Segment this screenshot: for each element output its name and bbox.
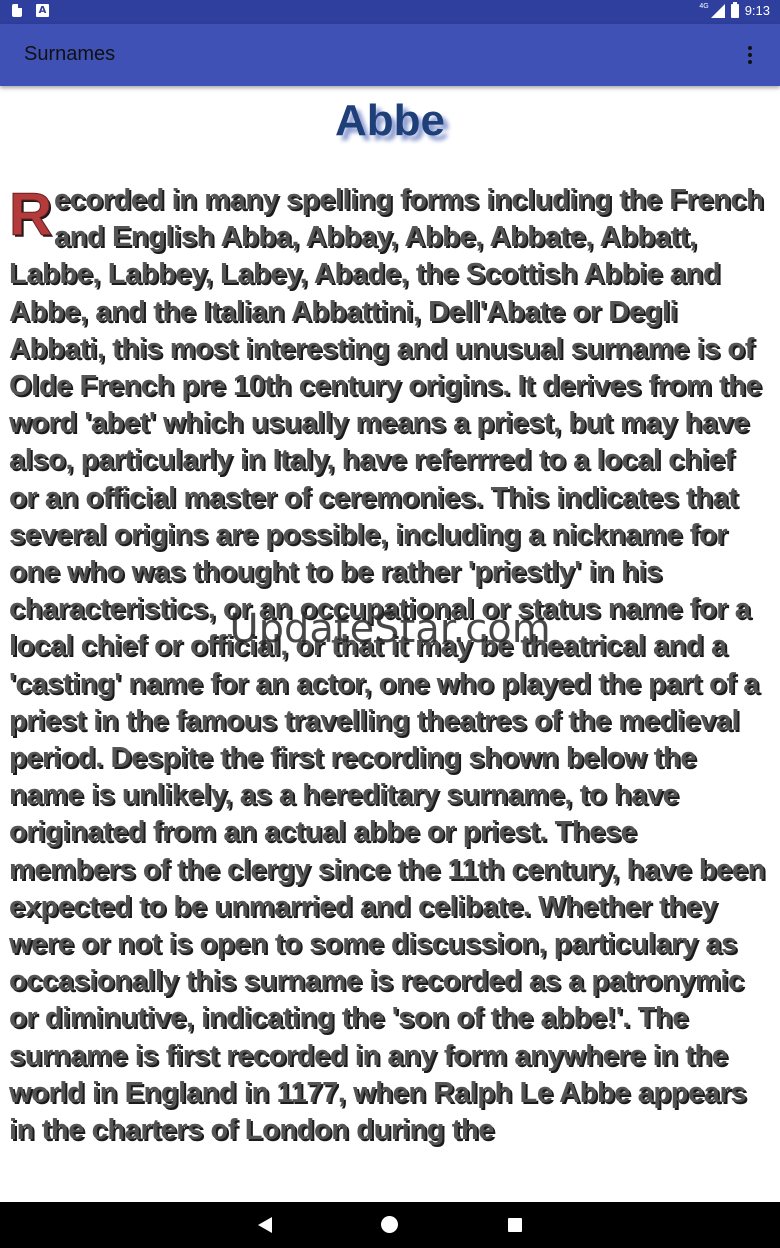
network-type: 4G: [699, 3, 709, 10]
description-text: ecorded in many spelling forms including…: [9, 184, 765, 1147]
surname-heading: Abbe: [335, 96, 445, 145]
back-icon[interactable]: [258, 1217, 272, 1233]
app-title: Surnames: [24, 43, 116, 65]
navigation-bar: [0, 1202, 780, 1248]
home-icon[interactable]: [381, 1216, 398, 1233]
app-bar: Surnames: [0, 24, 780, 86]
surname-description: Recorded in many spelling forms includin…: [9, 182, 769, 1149]
dropcap-letter: R: [9, 181, 53, 248]
sd-card-icon: [12, 4, 22, 17]
status-time: 9:13: [744, 3, 770, 18]
battery-icon: [730, 1, 739, 18]
recents-icon[interactable]: [508, 1218, 522, 1232]
a-notification-icon: A: [36, 4, 49, 17]
more-vert-icon[interactable]: [740, 42, 760, 68]
status-bar: A 4G 9:13: [0, 0, 780, 24]
status-left: A: [12, 4, 49, 17]
status-right: 4G 9:13: [699, 1, 770, 18]
surname-content[interactable]: Abbe Recorded in many spelling forms inc…: [0, 86, 780, 1202]
signal-icon: [710, 3, 725, 18]
